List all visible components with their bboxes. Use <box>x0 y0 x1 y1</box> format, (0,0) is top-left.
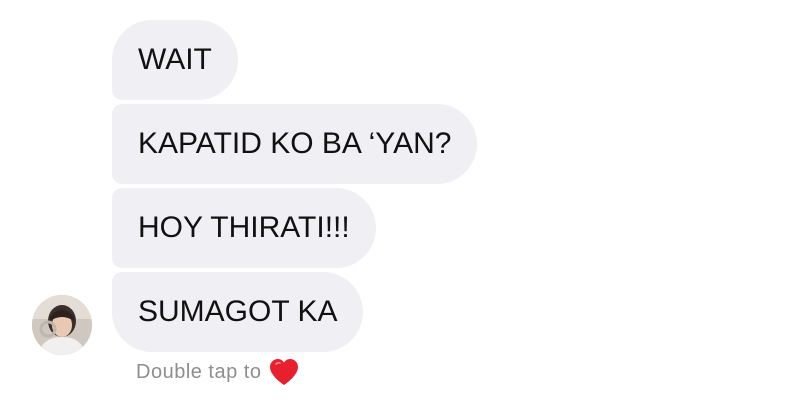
heart-icon[interactable] <box>269 358 299 386</box>
message-thread: WAIT KAPATID KO BA ‘YAN? HOY THIRATI!!! … <box>0 0 792 412</box>
hint-text: Double tap to <box>136 360 262 383</box>
message-text: WAIT <box>138 43 212 76</box>
double-tap-hint: Double tap to <box>136 356 299 388</box>
message-bubble-2[interactable]: KAPATID KO BA ‘YAN? <box>112 104 478 184</box>
message-text: KAPATID KO BA ‘YAN? <box>138 127 452 160</box>
message-bubble-3[interactable]: HOY THIRATI!!! <box>112 188 376 268</box>
avatar-photo <box>32 295 92 355</box>
message-text: HOY THIRATI!!! <box>138 211 350 244</box>
sender-avatar[interactable] <box>32 295 92 355</box>
message-text: SUMAGOT KA <box>138 295 338 328</box>
message-bubble-4[interactable]: SUMAGOT KA <box>112 272 364 352</box>
message-bubble-1[interactable]: WAIT <box>112 20 238 100</box>
